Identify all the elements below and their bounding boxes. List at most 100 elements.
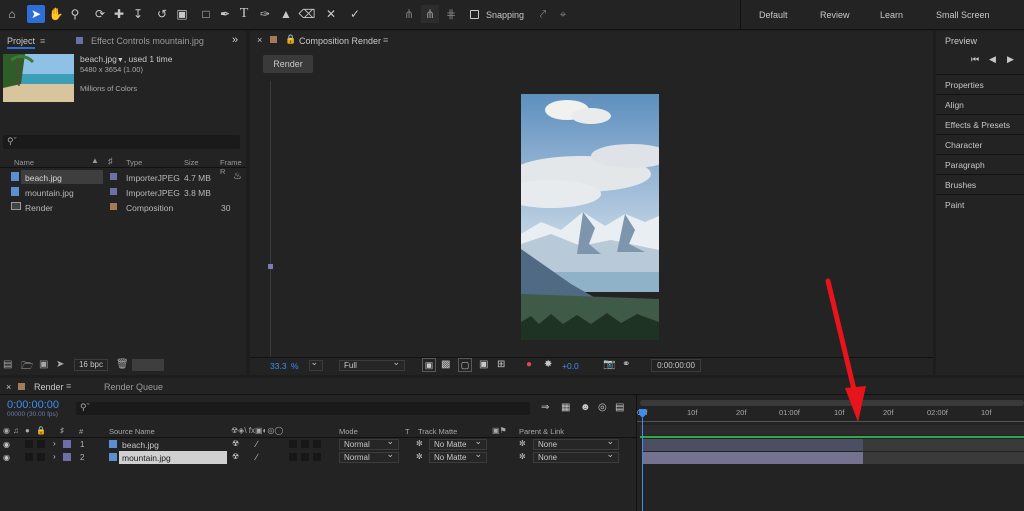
lock-switch-icon[interactable]: 🔒 [36,426,46,435]
mask-visibility-icon[interactable]: ▢ [458,358,472,372]
snapping-checkbox[interactable] [470,10,479,19]
switch-box[interactable] [301,453,309,461]
brush-tool-icon[interactable]: ✑ [256,5,274,23]
interpret-footage-icon[interactable]: ▤ [3,359,12,370]
show-snapshot-icon[interactable]: ⚭ [622,359,630,370]
shy-switch-icon[interactable]: ☢ [232,439,239,448]
first-frame-icon[interactable]: ⏮ [971,54,979,65]
new-folder-icon[interactable]: 🗁 [21,359,33,376]
puppet-pin-icon[interactable]: ✓ [346,5,364,23]
snapshot-camera-icon[interactable]: 📷 [603,359,615,370]
panel-brushes[interactable]: Brushes [936,174,1024,194]
snap-features-icon[interactable]: ⌖ [554,5,572,23]
panel-overflow-icon[interactable]: » [232,34,238,46]
tab-timeline-render[interactable]: Render [34,382,64,392]
label-column-icon[interactable]: ♯ [60,426,64,435]
view-axis-icon[interactable]: ⋕ [442,5,460,23]
tab-effect-controls[interactable]: Effect Controls mountain.jpg [91,36,204,46]
solo-toggle[interactable] [25,440,33,448]
render-comp-button[interactable]: Render [263,55,313,73]
parent-pickwhip-icon[interactable]: ✼ [519,452,526,461]
expand-chevron-icon[interactable]: › [53,452,56,461]
parent-pickwhip-icon[interactable]: ✼ [519,439,526,448]
flowchart-icon[interactable]: ♨ [233,171,242,182]
panel-effects-presets[interactable]: Effects & Presets [936,114,1024,134]
switches-icons[interactable]: ☢◈\ fx▣◐◎◯ [231,426,283,435]
draft-3d-icon[interactable]: ▦ [561,402,570,413]
panel-properties[interactable]: Properties [936,74,1024,94]
hand-tool-icon[interactable]: ✋ [47,5,65,23]
label-swatch[interactable] [110,188,117,195]
layer-label-swatch[interactable] [63,453,71,461]
workspace-learn[interactable]: Learn [880,10,903,20]
zoom-dropdown[interactable] [309,358,323,371]
workspace-default[interactable]: Default [759,10,788,20]
panel-paragraph[interactable]: Paragraph [936,154,1024,174]
switch-box[interactable] [301,440,309,448]
composition-preview[interactable] [521,94,659,340]
zoom-tool-icon[interactable]: ⚲ [66,5,84,23]
home-icon[interactable]: ⌂ [3,5,21,23]
project-menu-icon[interactable]: ≡ [40,36,45,46]
tab-composition[interactable]: Composition Render [299,36,381,46]
previous-frame-icon[interactable]: ◀ [989,54,996,65]
column-size[interactable]: Size [184,158,199,167]
switch-box[interactable] [289,440,297,448]
table-row[interactable]: ◉ › 1 beach.jpg ☢ ∕ Normal ✼ No Matte ✼ … [0,437,636,451]
lock-icon[interactable]: 🔒 [285,34,296,45]
column-name[interactable]: Name [14,158,34,167]
timeline-timecode[interactable]: 0:00:00:00 [7,399,59,411]
layer-parent-dropdown[interactable]: None [533,450,619,463]
dolly-camera-icon[interactable]: ↧ [129,5,147,23]
label-tag-icon[interactable]: ♯ [108,156,113,166]
layer-1-bar[interactable] [642,439,863,451]
rectangle-tool-icon[interactable]: □ [197,5,215,23]
timeline-menu-icon[interactable]: ≡ [66,381,71,391]
close-tab-icon[interactable]: × [257,35,262,45]
resolution-dropdown[interactable]: Full [339,358,405,371]
viewer-timecode[interactable]: 0:00:00:00 [651,359,701,372]
visibility-eye-icon[interactable]: ◉ [3,440,10,449]
transparency-grid-icon[interactable]: ▩ [441,359,450,370]
column-parent-link[interactable]: Parent & Link [519,427,564,436]
clone-stamp-icon[interactable]: ▲ [277,5,295,23]
list-item[interactable]: beach.jpg ImporterJPEG 4.7 MB ♨ [0,170,246,184]
layer-label-swatch[interactable] [63,440,71,448]
shy-layers-icon[interactable]: ☻ [580,402,591,413]
quality-switch-icon[interactable]: ∕ [256,439,258,449]
visibility-eye-icon[interactable]: ◉ [3,453,10,462]
eraser-tool-icon[interactable]: ⌫ [298,5,316,23]
switch-box[interactable] [313,453,321,461]
motion-blur-icon[interactable]: ◎ [598,402,607,413]
panel-paint[interactable]: Paint [936,194,1024,214]
timeline-search-input[interactable]: ⚲ˇ [76,402,530,415]
label-swatch[interactable] [110,203,117,210]
fast-preview-icon[interactable]: ▣ [422,358,436,372]
solo-toggle[interactable] [25,453,33,461]
zoom-value[interactable]: 33.3 [270,361,287,371]
trash-icon[interactable]: 🗑 [116,359,129,370]
layer-matte-dropdown[interactable]: No Matte [429,450,487,463]
comp-flowchart-icon[interactable]: ⇒ [541,402,549,413]
exposure-value[interactable]: +0.0 [562,361,579,371]
switch-box[interactable] [289,453,297,461]
table-row[interactable]: ◉ › 2 mountain.jpg ☢ ∕ Normal ✼ No Matte… [0,450,636,464]
list-item[interactable]: mountain.jpg ImporterJPEG 3.8 MB [0,185,246,199]
audio-switch-icon[interactable]: ♫ [13,426,19,435]
column-t[interactable]: T [405,427,410,436]
switch-box[interactable] [313,440,321,448]
matte-toggle-icons[interactable]: ▣⚑ [492,426,507,435]
new-composition-icon[interactable]: ▣ [39,359,48,370]
guide-marker[interactable] [268,264,273,269]
tab-render-queue[interactable]: Render Queue [104,382,163,392]
type-tool-icon[interactable]: T [235,5,253,23]
region-interest-icon[interactable]: ▣ [479,359,488,370]
selection-tool-icon[interactable]: ➤ [27,5,45,23]
pan-camera-icon[interactable]: ✚ [110,5,128,23]
workspace-review[interactable]: Review [820,10,850,20]
render-send-icon[interactable]: ➤ [56,359,64,370]
preview-title[interactable]: Preview [945,36,977,46]
workspace-small-screen[interactable]: Small Screen [936,10,990,20]
lock-toggle[interactable] [37,440,45,448]
graph-editor-icon[interactable]: ▤ [615,402,624,413]
